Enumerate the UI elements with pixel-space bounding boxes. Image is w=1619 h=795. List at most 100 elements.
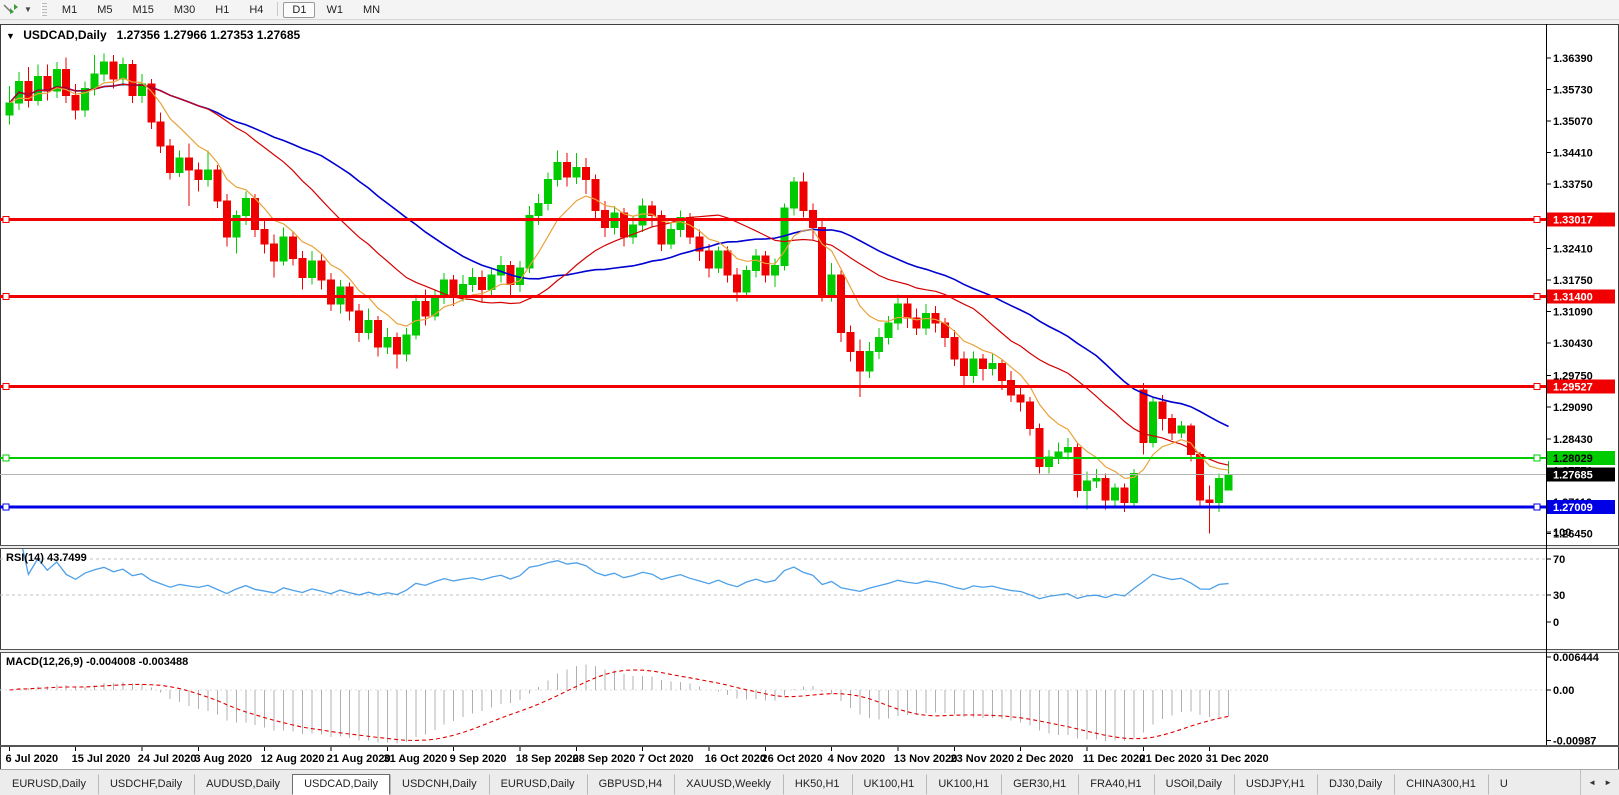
ma-slow-line (10, 84, 1229, 426)
chart-tab-10[interactable]: UK100,H1 (926, 774, 1001, 795)
date-axis-label: 6 Jul 2020 (6, 753, 59, 765)
toolbar-separator (277, 2, 278, 16)
svg-text:1.28029: 1.28029 (1553, 453, 1593, 465)
price-axis-label: 1.28430 (1553, 434, 1593, 446)
timeframe-button-m30[interactable]: M30 (165, 2, 204, 18)
hline-object-1.28029[interactable] (0, 455, 1546, 461)
hline-handle[interactable] (1534, 455, 1540, 461)
date-axis-label: 21 Dec 2020 (1140, 753, 1203, 765)
date-axis-label: 16 Oct 2020 (705, 753, 766, 765)
timeframe-buttons: M1M5M15M30H1H4 D1W1MN (52, 2, 390, 18)
date-axis-label: 31 Dec 2020 (1206, 753, 1269, 765)
hline-handle[interactable] (1534, 504, 1540, 510)
candles-layer (6, 54, 1232, 534)
tab-scroll-left-button[interactable]: ◄ (1584, 776, 1600, 789)
chart-tab-13[interactable]: USOil,Daily (1154, 774, 1234, 795)
price-axis-label: 1.32410 (1553, 243, 1593, 255)
toolbar-dropdown-caret-icon[interactable]: ▼ (24, 5, 32, 14)
chart-tab-8[interactable]: HK50,H1 (783, 774, 852, 795)
macd-axis-label: 0.006444 (1553, 652, 1600, 664)
hline-price-tag-1.28029: 1.28029 (1547, 451, 1615, 465)
price-axis-label: 1.31090 (1553, 307, 1593, 319)
timeframe-button-m1[interactable]: M1 (53, 2, 86, 18)
chart-tab-12[interactable]: FRA40,H1 (1078, 774, 1153, 795)
date-axis-label: 28 Sep 2020 (573, 753, 636, 765)
chart-tab-17[interactable]: U (1488, 774, 1520, 795)
hline-handle[interactable] (1534, 383, 1540, 389)
date-axis-label: 3 Aug 2020 (195, 753, 253, 765)
date-axis-label: 24 Jul 2020 (138, 753, 197, 765)
date-axis-label: 7 Oct 2020 (639, 753, 694, 765)
hline-object-1.31400[interactable] (0, 294, 1546, 300)
hline-object-1.27009[interactable] (0, 504, 1546, 510)
date-axis-label: 26 Oct 2020 (762, 753, 823, 765)
hline-object-1.29527[interactable] (0, 383, 1546, 389)
hline-price-tag-1.27009: 1.27009 (1547, 500, 1615, 514)
timeframe-button-d1[interactable]: D1 (283, 2, 315, 18)
timeframe-button-m5[interactable]: M5 (88, 2, 121, 18)
timeframe-button-h4[interactable]: H4 (240, 2, 272, 18)
hline-handle[interactable] (3, 216, 9, 222)
chart-tab-6[interactable]: GBPUSD,H4 (587, 774, 675, 795)
hline-handle[interactable] (3, 504, 9, 510)
chart-tab-11[interactable]: GER30,H1 (1001, 774, 1078, 795)
macd-signal-line (10, 670, 1229, 740)
hline-price-tag-1.29527: 1.29527 (1547, 379, 1615, 393)
chart-tab-0[interactable]: EURUSD,Daily (0, 774, 98, 795)
chart-tab-5[interactable]: EURUSD,Daily (489, 774, 587, 795)
hline-object-1.33017[interactable] (0, 216, 1546, 222)
rsi-axis-label: 70 (1553, 554, 1565, 566)
timeframe-button-mn[interactable]: MN (354, 2, 389, 18)
svg-text:1.27685: 1.27685 (1553, 469, 1593, 481)
price-axis-label: 1.29090 (1553, 402, 1593, 414)
svg-text:1.27009: 1.27009 (1553, 502, 1593, 514)
current-price-tag: 1.27685 (1547, 467, 1615, 481)
svg-text:1.29527: 1.29527 (1553, 381, 1593, 393)
chart-tab-3[interactable]: USDCAD,Daily (292, 774, 390, 795)
timeframe-toolbar: ▼ M1M5M15M30H1H4 D1W1MN (0, 0, 1619, 20)
chart-tab-9[interactable]: UK100,H1 (852, 774, 927, 795)
symbol-dropdown-icon[interactable]: ▼ (6, 31, 15, 41)
date-axis-label: 15 Jul 2020 (72, 753, 131, 765)
chart-cursor-icon[interactable] (2, 2, 22, 17)
price-pane (0, 54, 1546, 534)
chart-tab-15[interactable]: DJ30,Daily (1317, 774, 1394, 795)
ma-medium-line (10, 84, 1229, 465)
price-axis-label: 1.35070 (1553, 116, 1593, 128)
hline-price-tag-1.31400: 1.31400 (1547, 290, 1615, 304)
price-axis-label: 1.31750 (1553, 275, 1593, 287)
price-axis-label: 1.36390 (1553, 53, 1593, 65)
rsi-pane (0, 532, 1546, 599)
rsi-line (10, 532, 1229, 599)
chart-tab-1[interactable]: USDCHF,Daily (98, 774, 194, 795)
chart-tab-16[interactable]: CHINA300,H1 (1394, 774, 1488, 795)
hline-handle[interactable] (3, 455, 9, 461)
date-axis-label: 23 Nov 2020 (951, 753, 1015, 765)
timeframe-button-h1[interactable]: H1 (206, 2, 238, 18)
date-axis-label: 21 Aug 2020 (327, 753, 391, 765)
chart-tab-7[interactable]: XAUUSD,Weekly (674, 774, 783, 795)
chart-tab-14[interactable]: USDJPY,H1 (1234, 774, 1317, 795)
date-axis-label: 2 Dec 2020 (1017, 753, 1074, 765)
price-axis-label: 1.30430 (1553, 338, 1593, 350)
macd-axis-label: -0.00987 (1553, 736, 1596, 748)
hline-handle[interactable] (3, 383, 9, 389)
date-axis-label: 18 Sep 2020 (516, 753, 579, 765)
timeframe-button-m15[interactable]: M15 (123, 2, 162, 18)
rsi-indicator-label: RSI(14) 43.7499 (6, 552, 87, 564)
tab-scroll-right-button[interactable]: ► (1600, 776, 1616, 789)
macd-axis-label: 0.00 (1553, 685, 1574, 697)
price-axis-label: 1.34410 (1553, 148, 1593, 160)
chart-tab-2[interactable]: AUDUSD,Daily (194, 774, 292, 795)
hline-handle[interactable] (3, 294, 9, 300)
timeframe-button-w1[interactable]: W1 (317, 2, 352, 18)
price-axis-label: 1.33750 (1553, 179, 1593, 191)
chart-title: ▼ USDCAD,Daily 1.27356 1.27966 1.27353 1… (6, 28, 300, 42)
tab-scroll-buttons: ◄ ► (1580, 770, 1619, 795)
date-axis-label: 9 Sep 2020 (450, 753, 507, 765)
hline-handle[interactable] (1534, 294, 1540, 300)
chart-tab-4[interactable]: USDCNH,Daily (390, 774, 489, 795)
date-axis-label: 12 Aug 2020 (261, 753, 325, 765)
rsi-axis-label: 30 (1553, 590, 1565, 602)
hline-handle[interactable] (1534, 216, 1540, 222)
